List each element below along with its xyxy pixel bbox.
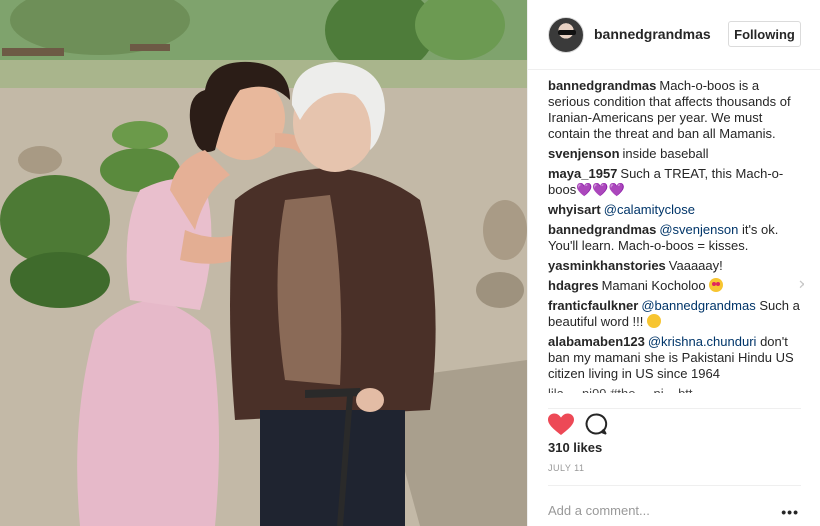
truncated-comment: lila.....ni99 #the.....ni....btt.....: [548, 386, 804, 393]
add-comment-area: •••: [548, 485, 801, 526]
post-actions: 310 likes JULY 11 •••: [548, 408, 801, 526]
comment-username[interactable]: yasminkhanstories: [548, 258, 666, 273]
comment-username[interactable]: bannedgrandmas: [548, 222, 656, 237]
list-item: bannedgrandmas @svenjenson it's ok. You'l…: [548, 222, 804, 254]
following-button[interactable]: Following: [728, 21, 801, 47]
comment-mention[interactable]: @svenjenson: [659, 222, 738, 237]
header-username[interactable]: bannedgrandmas: [594, 26, 711, 42]
comment-text: inside baseball: [622, 146, 709, 161]
post-sidebar: bannedgrandmas Following bannedgrandmas M…: [527, 0, 820, 526]
comment-username[interactable]: franticfaulkner: [548, 298, 638, 313]
more-icon[interactable]: •••: [781, 504, 799, 520]
comment-icon[interactable]: [584, 412, 608, 436]
comment-username[interactable]: alabamaben123: [548, 334, 645, 349]
heart-icon[interactable]: [548, 413, 574, 437]
sunglasses-icon: [558, 30, 576, 35]
comment-text: Mamani Kocholoo: [601, 278, 706, 293]
comment-username[interactable]: maya_1957: [548, 166, 617, 181]
avatar[interactable]: [548, 17, 584, 53]
heart-eyes-emoji-icon: [709, 278, 724, 292]
close-icon[interactable]: ✕: [798, 278, 804, 291]
post-date[interactable]: JULY 11: [548, 463, 585, 473]
post-header: bannedgrandmas Following: [528, 0, 820, 70]
comment-username[interactable]: svenjenson: [548, 146, 620, 161]
purple-hearts-emoji: 💜💜💜: [576, 182, 625, 197]
likes-count[interactable]: 310 likes: [548, 440, 602, 455]
comment-mention[interactable]: @krishna.chunduri: [648, 334, 757, 349]
post-photo[interactable]: [0, 0, 527, 526]
list-item: whyisart @calamityclose: [548, 202, 804, 218]
list-item: alabamaben123 @krishna.chunduri don't ban…: [548, 334, 804, 382]
comment-username[interactable]: whyisart: [548, 202, 601, 217]
comment-text: Vaaaaay!: [668, 258, 723, 273]
comment-mention[interactable]: @calamityclose: [604, 202, 695, 217]
list-item: svenjenson inside baseball: [548, 146, 804, 162]
list-item: maya_1957 Such a TREAT, this Mach-o-boos💜…: [548, 166, 804, 198]
smile-emoji-icon: [647, 314, 662, 328]
comment-username[interactable]: bannedgrandmas: [548, 78, 656, 93]
list-item: hdagres Mamani Kocholoo ✕: [548, 278, 804, 294]
list-item: franticfaulkner @bannedgrandmas Such a be…: [548, 298, 804, 330]
comments-list[interactable]: bannedgrandmas Mach-o-boos is a serious c…: [548, 78, 804, 400]
list-item: yasminkhanstories Vaaaaay!: [548, 258, 804, 274]
comment-caption: bannedgrandmas Mach-o-boos is a serious c…: [548, 78, 804, 142]
comment-username[interactable]: hdagres: [548, 278, 599, 293]
comment-mention[interactable]: @bannedgrandmas: [641, 298, 755, 313]
photo-illustration: [0, 0, 527, 526]
add-comment-input[interactable]: [548, 498, 768, 522]
